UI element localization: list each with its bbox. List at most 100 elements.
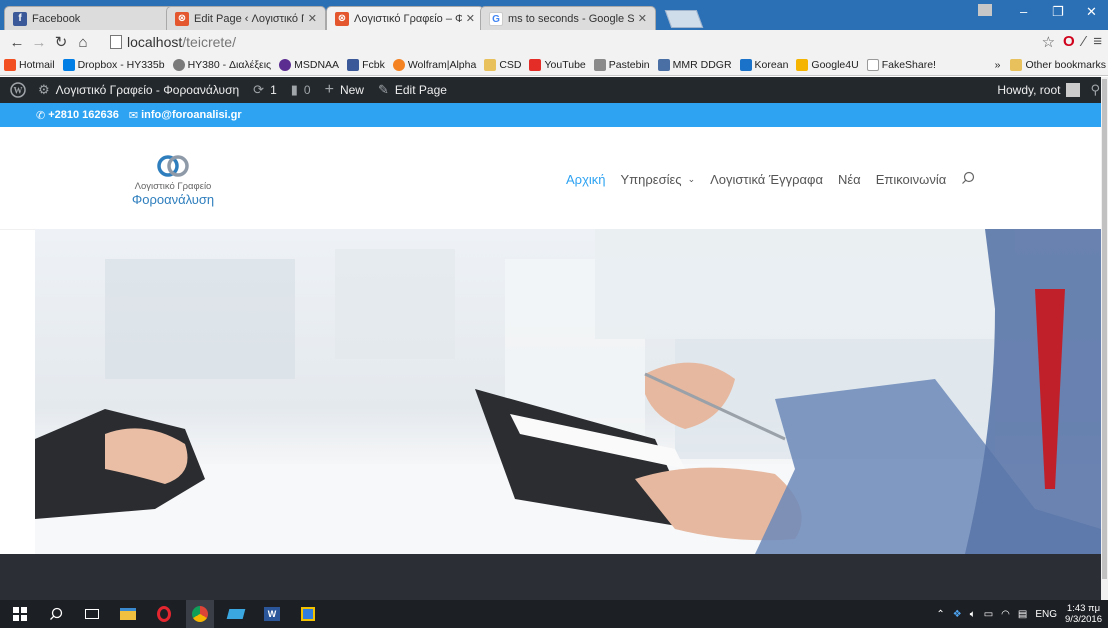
korean-icon — [739, 58, 752, 71]
tab-google[interactable]: G ms to seconds - Google Se ✕ — [480, 6, 656, 30]
bookmark-mmr[interactable]: MMR DDGR — [657, 58, 732, 71]
bookmark-label: HY380 - Διαλέξεις — [187, 58, 272, 71]
nav-contact[interactable]: Επικοινωνία — [876, 172, 947, 187]
wordpress-logo-icon[interactable]: W — [10, 82, 26, 98]
restore-icon[interactable]: ❐ — [1052, 4, 1064, 20]
network-icon[interactable]: ◠ — [1001, 609, 1010, 620]
opera-extension-icon[interactable]: O — [1063, 33, 1075, 51]
bookmark-label: FakeShare! — [881, 58, 936, 71]
nav-services[interactable]: Υπηρεσίες ⌄ — [621, 172, 696, 187]
tray-expand-icon[interactable]: ⌃ — [936, 609, 944, 620]
bookmark-google4u[interactable]: Google4U — [796, 58, 859, 71]
dashboard-icon: ⚙ — [38, 82, 50, 97]
admin-updates[interactable]: ⟳ 1 — [253, 82, 277, 98]
menu-icon[interactable]: ≡ — [1093, 33, 1102, 51]
close-icon[interactable]: ✕ — [638, 12, 647, 25]
bookmark-label: Google4U — [811, 58, 859, 71]
app-l-icon[interactable] — [294, 600, 322, 628]
howdy-label: Howdy, root — [997, 83, 1061, 97]
edit-page-label: Edit Page — [394, 83, 447, 97]
phone-icon: ✆ — [36, 109, 46, 122]
battery-icon[interactable]: ▭ — [984, 609, 993, 620]
forward-icon[interactable]: → — [28, 34, 50, 51]
bookmark-label: Pastebin — [608, 58, 650, 71]
system-tray: ⌃ ❖ 🔈︎ ▭ ◠ ▤ ENG 1:43 πμ 9/3/2016 — [936, 600, 1102, 628]
language-indicator[interactable]: ENG — [1035, 609, 1057, 620]
bookmarks-overflow-button[interactable]: » — [995, 59, 1001, 71]
bookmark-fakeshare[interactable]: FakeShare! — [866, 58, 936, 71]
bookmark-korean[interactable]: Korean — [739, 58, 788, 71]
logo-line-2: Φοροανάλυση — [131, 192, 215, 207]
google4u-icon — [796, 58, 809, 71]
dropbox-tray-icon[interactable]: ❖ — [953, 609, 962, 620]
envelope-icon: ✉ — [128, 109, 139, 122]
extension-icon[interactable]: ⁄ — [1083, 33, 1086, 51]
tab-facebook[interactable]: f Facebook ✕ — [4, 6, 190, 30]
minimize-icon[interactable]: – — [1020, 4, 1027, 19]
tab-active-site[interactable]: ⊗ Λογιστικό Γραφείο – Φορο ✕ — [326, 6, 484, 30]
search-icon[interactable]: ⚲ — [1090, 82, 1100, 98]
other-bookmarks[interactable]: Other bookmarks — [1010, 59, 1106, 71]
new-tab-button[interactable] — [664, 10, 704, 28]
clock-date: 9/3/2016 — [1065, 614, 1102, 625]
word-icon[interactable]: W — [258, 600, 286, 628]
bookmark-csd[interactable]: CSD — [484, 58, 522, 71]
email-info[interactable]: ✉ info@foroanalisi.gr — [129, 109, 242, 122]
bookmark-hy380[interactable]: HY380 - Διαλέξεις — [172, 58, 272, 71]
opera-icon[interactable] — [150, 600, 178, 628]
search-icon[interactable] — [961, 171, 975, 188]
bookmark-fcbk[interactable]: Fcbk — [347, 58, 385, 71]
updates-icon: ⟳ — [253, 82, 265, 97]
notification-icon[interactable]: ▤ — [1018, 609, 1027, 620]
reload-icon[interactable]: ↻ — [50, 33, 72, 51]
bookmark-hotmail[interactable]: Hotmail — [4, 58, 55, 71]
back-icon[interactable]: ← — [6, 34, 28, 51]
youtube-icon — [529, 58, 542, 71]
bookmark-wolfram[interactable]: Wolfram|Alpha — [392, 58, 476, 71]
admin-my-account[interactable]: Howdy, root — [997, 83, 1081, 97]
task-view-icon[interactable] — [78, 600, 106, 628]
close-icon[interactable]: ✕ — [466, 12, 475, 25]
email-address: info@foroanalisi.gr — [141, 109, 242, 121]
clock[interactable]: 1:43 πμ 9/3/2016 — [1065, 603, 1102, 625]
address-bar[interactable]: localhost/teicrete/ — [110, 32, 990, 52]
window-close-icon[interactable]: ✕ — [1086, 4, 1097, 20]
chrome-icon[interactable] — [186, 600, 214, 628]
close-icon[interactable]: ✕ — [308, 12, 317, 25]
search-icon[interactable] — [42, 600, 70, 628]
bookmark-label: CSD — [499, 58, 522, 71]
site-header: Λογιστικό Γραφείο Φοροανάλυση Αρχική Υπη… — [0, 127, 1108, 229]
volume-icon[interactable]: 🔈︎ — [970, 609, 976, 620]
home-icon[interactable]: ⌂ — [72, 34, 94, 51]
pencil-icon: ✎ — [377, 82, 389, 97]
star-icon[interactable]: ☆ — [1042, 33, 1055, 51]
tab-edit-page[interactable]: ⊗ Edit Page ‹ Λογιστικό Γραφ ✕ — [166, 6, 326, 30]
phone-number: +2810 162636 — [48, 109, 119, 121]
admin-new[interactable]: + New — [325, 81, 364, 99]
tab-title: Edit Page ‹ Λογιστικό Γραφ — [194, 12, 304, 25]
tab-title: Facebook — [32, 12, 81, 25]
tab-title: ms to seconds - Google Se — [508, 12, 634, 25]
windows-taskbar: W ⌃ ❖ 🔈︎ ▭ ◠ ▤ ENG 1:43 πμ 9/3/2016 — [0, 600, 1108, 628]
folder-app-icon[interactable] — [222, 600, 250, 628]
phone-info[interactable]: ✆ +2810 162636 — [36, 109, 119, 122]
admin-comments[interactable]: ▮ 0 — [291, 82, 311, 98]
scrollbar-thumb[interactable] — [1102, 79, 1107, 579]
hero-image — [35, 229, 1101, 554]
windows-start-icon[interactable] — [6, 600, 34, 628]
bookmark-dropbox[interactable]: Dropbox - HY335b — [62, 58, 165, 71]
nav-accounting-docs[interactable]: Λογιστικά Έγγραφα — [710, 172, 823, 187]
bookmark-msdnaa[interactable]: MSDNAA — [279, 58, 339, 71]
profile-icon[interactable] — [978, 4, 992, 16]
bookmark-pastebin[interactable]: Pastebin — [593, 58, 650, 71]
plus-icon: + — [324, 81, 334, 98]
nav-news[interactable]: Νέα — [838, 172, 861, 187]
site-logo[interactable]: Λογιστικό Γραφείο Φοροανάλυση — [118, 153, 228, 207]
page-scrollbar[interactable] — [1101, 77, 1108, 600]
url-host: localhost — [127, 34, 183, 50]
nav-home[interactable]: Αρχική — [566, 172, 606, 187]
file-explorer-icon[interactable] — [114, 600, 142, 628]
bookmark-youtube[interactable]: YouTube — [529, 58, 586, 71]
admin-site-name[interactable]: ⚙ Λογιστικό Γραφείο - Φοροανάλυση — [38, 82, 239, 98]
admin-edit-page[interactable]: ✎ Edit Page — [378, 82, 447, 98]
